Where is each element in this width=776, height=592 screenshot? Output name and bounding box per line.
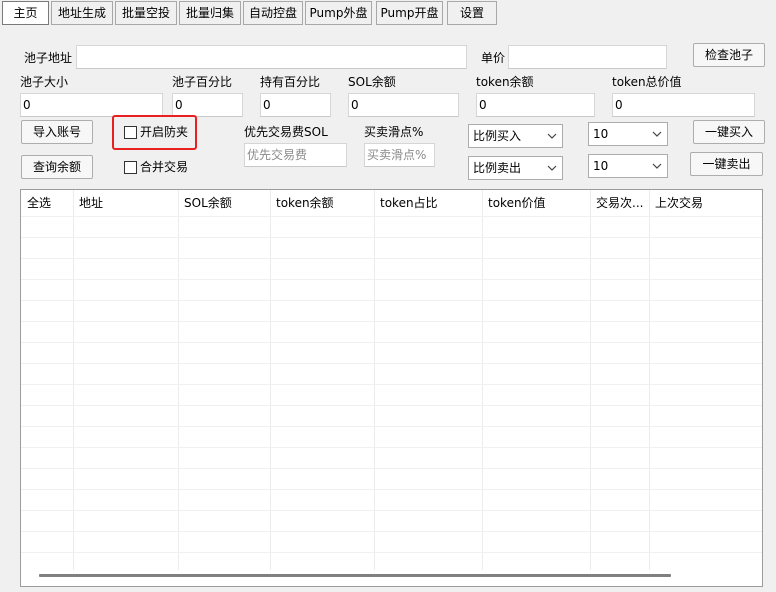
tab-pump-external[interactable]: Pump外盘 (305, 1, 372, 25)
column-header-select-all[interactable]: 全选 (21, 190, 73, 216)
merge-trade-label: 合并交易 (140, 160, 189, 174)
query-balance-button[interactable]: 查询余额 (21, 155, 93, 179)
grid-row-line (21, 552, 762, 553)
priority-fee-input[interactable]: 优先交易费 (244, 143, 347, 167)
anti-clip-checkbox[interactable] (124, 126, 137, 139)
buy-amount-select[interactable]: 10 (588, 122, 668, 146)
column-divider (270, 190, 271, 570)
anti-clip-label: 开启防夹 (140, 125, 189, 139)
check-pool-button[interactable]: 检查池子 (693, 43, 765, 67)
pool-size-label: 池子大小 (20, 75, 69, 89)
grid-row-line (21, 468, 762, 469)
column-divider (374, 190, 375, 570)
sol-balance-field[interactable]: 0 (348, 93, 459, 117)
grid-row-line (21, 279, 762, 280)
sell-mode-select[interactable]: 比例卖出 (468, 156, 563, 180)
grid-row-line (21, 426, 762, 427)
token-balance-label: token余额 (476, 75, 534, 89)
pool-address-input[interactable] (76, 45, 467, 69)
buy-amount-value: 10 (593, 127, 609, 141)
buy-mode-value: 比例买入 (473, 129, 522, 143)
chevron-down-icon (652, 163, 662, 169)
column-header-token-value[interactable]: token价值 (482, 190, 590, 216)
chevron-down-icon (547, 165, 557, 171)
sell-amount-select[interactable]: 10 (588, 154, 668, 178)
buy-all-button[interactable]: 一键买入 (693, 120, 765, 144)
hold-pct-field[interactable]: 0 (260, 93, 331, 117)
column-divider (649, 190, 650, 570)
token-balance-field[interactable]: 0 (476, 93, 595, 117)
pool-address-label: 池子地址 (24, 51, 73, 65)
merge-trade-checkbox[interactable] (124, 161, 137, 174)
grid-row-line (21, 363, 762, 364)
horizontal-scrollbar[interactable] (39, 574, 671, 577)
grid-row-line (21, 489, 762, 490)
tab-batch-collect[interactable]: 批量归集 (179, 1, 241, 25)
column-divider (482, 190, 483, 570)
tab-batch-airdrop[interactable]: 批量空投 (115, 1, 177, 25)
column-header-token-ratio[interactable]: token占比 (374, 190, 482, 216)
grid-row-line (21, 300, 762, 301)
tab-home[interactable]: 主页 (2, 1, 49, 25)
grid-row-line (21, 384, 762, 385)
grid-row-line (21, 342, 762, 343)
price-label: 单价 (481, 51, 506, 65)
grid-row-line (21, 405, 762, 406)
pool-pct-field[interactable]: 0 (172, 93, 243, 117)
column-divider (178, 190, 179, 570)
grid-row-line (21, 510, 762, 511)
column-header-sol-balance[interactable]: SOL余额 (178, 190, 270, 216)
column-header-trade-count[interactable]: 交易次... (590, 190, 649, 216)
sell-mode-value: 比例卖出 (473, 161, 522, 175)
slippage-label: 买卖滑点% (364, 125, 424, 139)
grid-row-line (21, 447, 762, 448)
priority-fee-label: 优先交易费SOL (244, 125, 328, 139)
hold-pct-label: 持有百分比 (260, 75, 321, 89)
column-header-address[interactable]: 地址 (73, 190, 178, 216)
buy-mode-select[interactable]: 比例买入 (468, 124, 563, 148)
tab-address-generate[interactable]: 地址生成 (51, 1, 113, 25)
slippage-input[interactable]: 买卖滑点% (364, 143, 435, 167)
pool-size-field[interactable]: 0 (20, 93, 163, 117)
sell-amount-value: 10 (593, 159, 609, 173)
pool-pct-label: 池子百分比 (172, 75, 233, 89)
column-header-token-balance[interactable]: token余额 (270, 190, 374, 216)
sell-all-button[interactable]: 一键卖出 (690, 152, 763, 176)
column-divider (73, 190, 74, 570)
grid-row-line (21, 258, 762, 259)
import-accounts-button[interactable]: 导入账号 (21, 120, 93, 144)
token-total-label: token总价值 (612, 75, 682, 89)
price-input[interactable] (508, 45, 667, 69)
accounts-table[interactable]: 全选 地址 SOL余额 token余额 token占比 token价值 交易次.… (20, 189, 763, 587)
tab-pump-open[interactable]: Pump开盘 (376, 1, 443, 25)
grid-row-line (21, 321, 762, 322)
chevron-down-icon (652, 131, 662, 137)
grid-row-line (21, 237, 762, 238)
grid-row-line (21, 531, 762, 532)
token-total-field[interactable]: 0 (612, 93, 755, 117)
column-header-last-trade[interactable]: 上次交易 (649, 190, 762, 216)
sol-balance-label: SOL余额 (348, 75, 396, 89)
grid-row-line (21, 216, 762, 217)
chevron-down-icon (547, 133, 557, 139)
tab-settings[interactable]: 设置 (447, 1, 497, 25)
tab-auto-control[interactable]: 自动控盘 (243, 1, 303, 25)
column-divider (590, 190, 591, 570)
